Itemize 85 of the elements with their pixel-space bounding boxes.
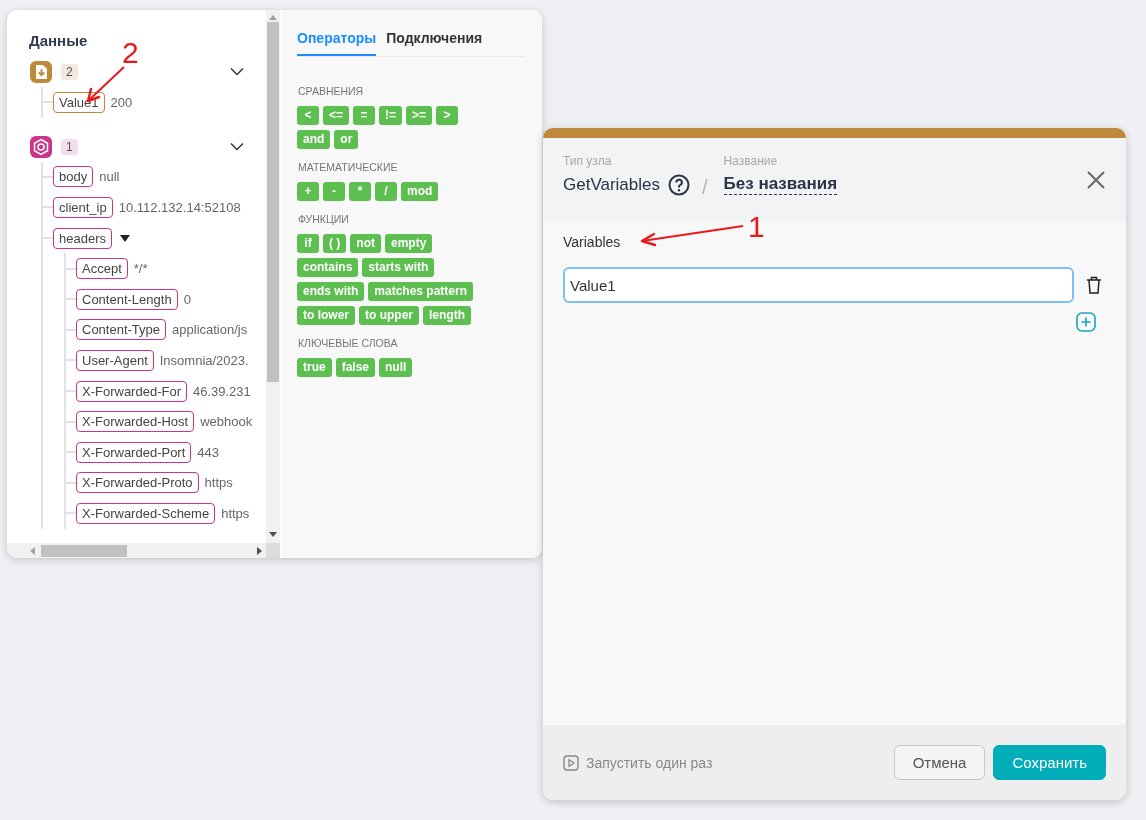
trash-icon[interactable] [1086,276,1102,294]
field-tag[interactable]: User-Agent [76,349,154,371]
cancel-button[interactable]: Отмена [893,745,986,780]
operator-chip[interactable]: ( ) [323,234,347,253]
operator-chip[interactable]: false [335,358,376,377]
operator-chip[interactable]: if [297,234,319,253]
operator-chip[interactable]: mod [401,182,439,201]
operator-chip[interactable]: length [423,306,471,325]
field-tag[interactable]: X-Forwarded-For [76,380,187,402]
operator-chip[interactable]: <= [323,106,349,125]
operator-chip[interactable]: ends with [297,282,365,301]
field-value: application/js [172,322,248,338]
annotation-number: 2 [122,38,139,68]
field-tag[interactable]: X-Forwarded-Host [76,411,195,433]
operator-chip[interactable]: / [375,182,397,201]
annotation-number: 1 [748,212,765,242]
section-heading: КЛЮЧЕВЫЕ СЛОВА [298,337,398,349]
scrollbar-corner [266,543,280,558]
operator-chip[interactable]: > [436,106,459,125]
operator-chip[interactable]: to upper [359,306,419,325]
field-tag[interactable]: client_ip [53,197,113,218]
scroll-arrow-icon[interactable] [269,532,277,537]
field-tag[interactable]: body [53,166,94,188]
horizontal-scrollbar[interactable] [7,543,266,558]
field-value: webhook [200,414,253,430]
field-tag[interactable]: Accept [76,258,128,280]
operator-chip[interactable]: empty [385,234,433,253]
operator-chip[interactable]: < [297,106,319,125]
separator: / [702,176,708,199]
field-value: null [99,169,120,185]
field-tag[interactable]: Content-Length [76,288,178,310]
field-value: 443 [197,444,219,460]
operator-chip[interactable]: not [350,234,381,253]
operator-chip[interactable]: null [379,358,413,377]
field-value: */* [133,261,148,277]
run-once-button[interactable]: Запустить один раз [563,754,713,771]
field-value: 200 [110,94,133,110]
field-value: https [204,475,233,491]
operator-chip[interactable]: starts with [362,258,435,277]
field-caption: Название [723,154,778,168]
field-label: Variables [563,234,621,250]
section-heading: СРАВНЕНИЯ [298,85,364,97]
field-value: 0 [183,291,191,307]
count-badge: 2 [61,64,78,80]
operator-chip[interactable]: = [353,106,375,125]
field-tag[interactable]: X-Forwarded-Scheme [76,502,216,524]
chevron-icon[interactable] [230,141,244,152]
operator-chip[interactable]: matches pattern [368,282,474,301]
operator-chip[interactable]: or [334,130,359,149]
tab[interactable]: Операторы [297,10,377,56]
field-value: 10.112.132.14:52108 [118,200,241,215]
node-name[interactable]: Без названия [723,174,838,195]
save-button[interactable]: Сохранить [993,745,1106,780]
help-icon[interactable] [668,174,690,196]
operator-chip[interactable]: * [349,182,371,201]
section-title: Данные [29,32,88,49]
field-tag[interactable]: Content-Type [76,319,167,341]
node-type: GetVariables [563,175,660,195]
file-download-icon [29,60,53,84]
operator-chip[interactable]: to lower [297,306,355,325]
field-tag[interactable]: headers [53,227,112,249]
close-button[interactable] [1086,170,1106,190]
field-tag[interactable]: X-Forwarded-Port [76,441,192,463]
count-badge: 1 [61,138,78,155]
operator-chip[interactable]: >= [406,106,433,125]
operator-chip[interactable]: contains [297,258,359,277]
caret-icon[interactable] [120,234,130,242]
variable-input[interactable]: Value1 [563,267,1074,303]
operator-chip[interactable]: - [323,182,345,201]
field-value: Insomnia/2023. [159,352,249,368]
field-tag[interactable]: X-Forwarded-Proto [76,472,199,494]
operator-chip[interactable]: + [297,182,319,201]
chevron-icon[interactable] [230,67,244,77]
vertical-scrollbar[interactable] [266,10,280,543]
add-icon[interactable] [1076,312,1096,332]
section-heading: МАТЕМАТИЧЕСКИЕ [298,161,398,173]
play-icon [563,754,579,771]
operator-chip[interactable]: true [297,358,332,377]
field-caption: Тип узла [563,154,612,168]
operator-chip[interactable]: != [379,106,403,125]
operator-chip[interactable]: and [297,130,331,149]
tab[interactable]: Подключения [386,10,483,56]
field-value: https [221,505,250,521]
section-heading: ФУНКЦИИ [298,213,349,225]
field-value: 46.39.231 [192,383,251,399]
